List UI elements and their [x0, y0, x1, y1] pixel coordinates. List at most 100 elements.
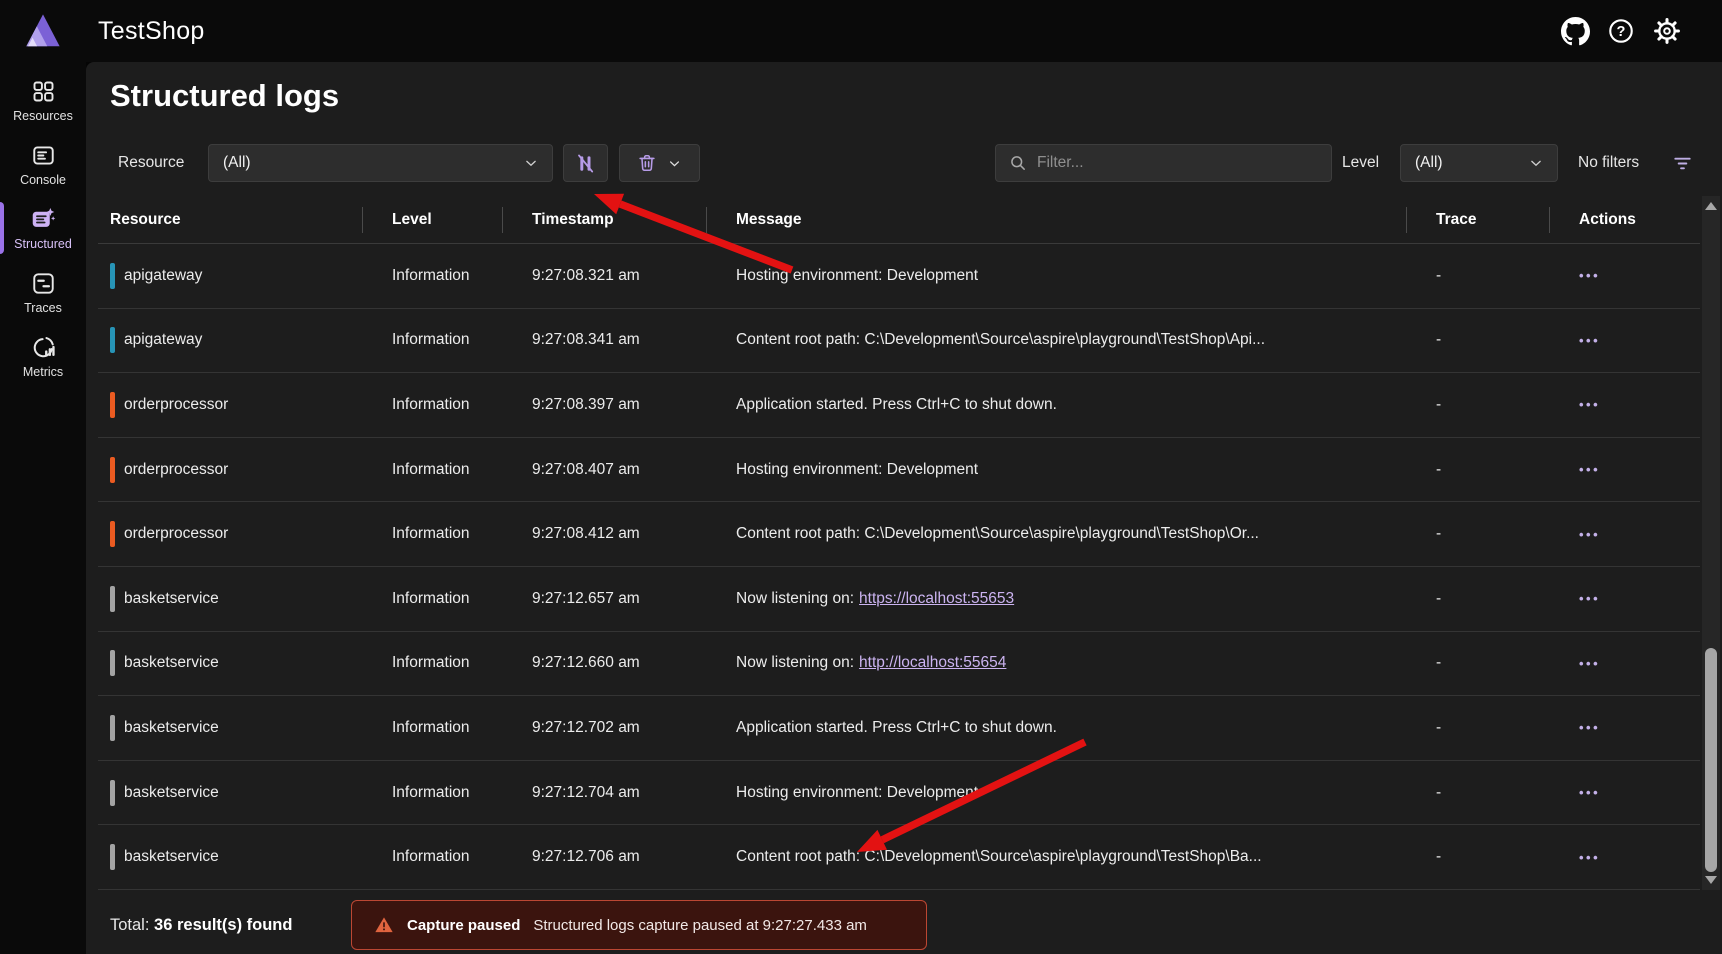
- row-actions-button[interactable]: •••: [1575, 779, 1604, 806]
- app-title: TestShop: [98, 0, 205, 62]
- log-timestamp: 9:27:12.706 am: [502, 825, 706, 889]
- log-level: Information: [362, 502, 502, 566]
- log-table-row[interactable]: basketservice Information 9:27:12.702 am…: [98, 696, 1700, 761]
- row-actions-button[interactable]: •••: [1575, 391, 1604, 418]
- log-table-row[interactable]: orderprocessor Information 9:27:08.397 a…: [98, 373, 1700, 438]
- level-filter-select[interactable]: (All): [1400, 144, 1558, 182]
- row-actions-button[interactable]: •••: [1575, 844, 1604, 871]
- settings-icon[interactable]: [1652, 16, 1682, 46]
- pause-capture-button[interactable]: [563, 144, 608, 182]
- column-header-message: Message: [706, 196, 1406, 243]
- sidebar-item-traces[interactable]: Traces: [0, 262, 86, 322]
- chevron-down-icon: [1527, 154, 1545, 172]
- log-actions-cell: •••: [1549, 825, 1700, 889]
- resource-color-bar: [110, 457, 115, 483]
- row-actions-button[interactable]: •••: [1575, 327, 1604, 354]
- log-table-row[interactable]: apigateway Information 9:27:08.341 am Co…: [98, 309, 1700, 374]
- log-table-row[interactable]: basketservice Information 9:27:12.704 am…: [98, 761, 1700, 826]
- log-trace: -: [1406, 502, 1549, 566]
- log-actions-cell: •••: [1549, 244, 1700, 308]
- log-actions-cell: •••: [1549, 761, 1700, 825]
- banner-description: Structured logs capture paused at 9:27:2…: [533, 917, 867, 934]
- log-level: Information: [362, 632, 502, 696]
- row-actions-button[interactable]: •••: [1575, 521, 1604, 548]
- log-resource-name: orderprocessor: [124, 396, 228, 414]
- log-actions-cell: •••: [1549, 438, 1700, 502]
- row-actions-button[interactable]: •••: [1575, 262, 1604, 289]
- log-timestamp: 9:27:08.341 am: [502, 309, 706, 373]
- log-actions-cell: •••: [1549, 632, 1700, 696]
- log-message-link[interactable]: http://localhost:55654: [859, 654, 1006, 672]
- column-header-trace: Trace: [1406, 196, 1549, 243]
- sidebar-item-structured[interactable]: Structured: [0, 198, 86, 258]
- scrollbar-up-arrow-icon[interactable]: [1705, 202, 1717, 210]
- log-message: Content root path: C:\Development\Source…: [706, 502, 1406, 566]
- log-timestamp: 9:27:08.412 am: [502, 502, 706, 566]
- resource-color-bar: [110, 844, 115, 870]
- resource-color-bar: [110, 780, 115, 806]
- resource-filter-select[interactable]: (All): [208, 144, 553, 182]
- log-level: Information: [362, 761, 502, 825]
- chevron-down-icon: [522, 154, 540, 172]
- log-message-link[interactable]: https://localhost:55653: [859, 590, 1014, 608]
- main-panel: Structured logs Resource (All): [86, 62, 1722, 954]
- resource-color-bar: [110, 650, 115, 676]
- resource-filter-label: Resource: [118, 144, 184, 182]
- log-table-row[interactable]: orderprocessor Information 9:27:08.412 a…: [98, 502, 1700, 567]
- help-icon[interactable]: ?: [1606, 16, 1636, 46]
- log-resource-name: basketservice: [124, 590, 219, 608]
- log-trace: -: [1406, 438, 1549, 502]
- log-message: Hosting environment: Development: [706, 761, 1406, 825]
- resources-grid-icon: [30, 78, 57, 105]
- log-message: Application started. Press Ctrl+C to shu…: [706, 696, 1406, 760]
- row-actions-button[interactable]: •••: [1575, 650, 1604, 677]
- total-value: 36 result(s) found: [154, 916, 292, 934]
- vertical-scrollbar: [1702, 196, 1720, 890]
- log-resource-name: orderprocessor: [124, 525, 228, 543]
- clear-logs-button[interactable]: [619, 144, 700, 182]
- log-message: Now listening on: http://localhost:55654: [706, 632, 1406, 696]
- scrollbar-thumb[interactable]: [1705, 648, 1717, 872]
- logs-table: Resource Level Timestamp Message Trace A…: [98, 196, 1700, 890]
- sidebar-item-resources[interactable]: Resources: [0, 70, 86, 130]
- github-icon[interactable]: [1560, 16, 1590, 46]
- log-table-row[interactable]: orderprocessor Information 9:27:08.407 a…: [98, 438, 1700, 503]
- capture-paused-banner: Capture paused Structured logs capture p…: [351, 900, 927, 950]
- log-level: Information: [362, 438, 502, 502]
- log-actions-cell: •••: [1549, 373, 1700, 437]
- column-header-resource: Resource: [98, 196, 362, 243]
- search-icon: [1008, 153, 1028, 173]
- log-table-row[interactable]: apigateway Information 9:27:08.321 am Ho…: [98, 244, 1700, 309]
- log-level: Information: [362, 567, 502, 631]
- scrollbar-down-arrow-icon[interactable]: [1705, 876, 1717, 884]
- sidebar: Resources Console Structured Traces: [0, 62, 86, 954]
- log-level: Information: [362, 309, 502, 373]
- level-filter-label: Level: [1342, 144, 1379, 182]
- pause-capture-icon: [574, 152, 597, 175]
- log-table-row[interactable]: basketservice Information 9:27:12.657 am…: [98, 567, 1700, 632]
- row-actions-button[interactable]: •••: [1575, 714, 1604, 741]
- row-actions-button[interactable]: •••: [1575, 585, 1604, 612]
- trash-icon: [636, 152, 658, 174]
- resource-color-bar: [110, 327, 115, 353]
- aspire-logo: [24, 11, 62, 51]
- log-actions-cell: •••: [1549, 309, 1700, 373]
- log-level: Information: [362, 696, 502, 760]
- sidebar-item-console[interactable]: Console: [0, 134, 86, 194]
- column-header-timestamp: Timestamp: [502, 196, 706, 243]
- row-actions-button[interactable]: •••: [1575, 456, 1604, 483]
- console-logs-icon: [30, 142, 57, 169]
- no-filters-label: No filters: [1578, 144, 1639, 182]
- log-trace: -: [1406, 309, 1549, 373]
- log-message: Application started. Press Ctrl+C to shu…: [706, 373, 1406, 437]
- traces-icon: [30, 270, 57, 297]
- log-table-row[interactable]: basketservice Information 9:27:12.660 am…: [98, 632, 1700, 697]
- filter-lines-icon[interactable]: [1671, 152, 1694, 175]
- log-trace: -: [1406, 825, 1549, 889]
- filter-input[interactable]: [1037, 154, 1319, 172]
- log-table-row[interactable]: basketservice Information 9:27:12.706 am…: [98, 825, 1700, 890]
- log-timestamp: 9:27:08.397 am: [502, 373, 706, 437]
- sidebar-item-metrics[interactable]: Metrics: [0, 326, 86, 386]
- log-message: Hosting environment: Development: [706, 438, 1406, 502]
- log-timestamp: 9:27:12.660 am: [502, 632, 706, 696]
